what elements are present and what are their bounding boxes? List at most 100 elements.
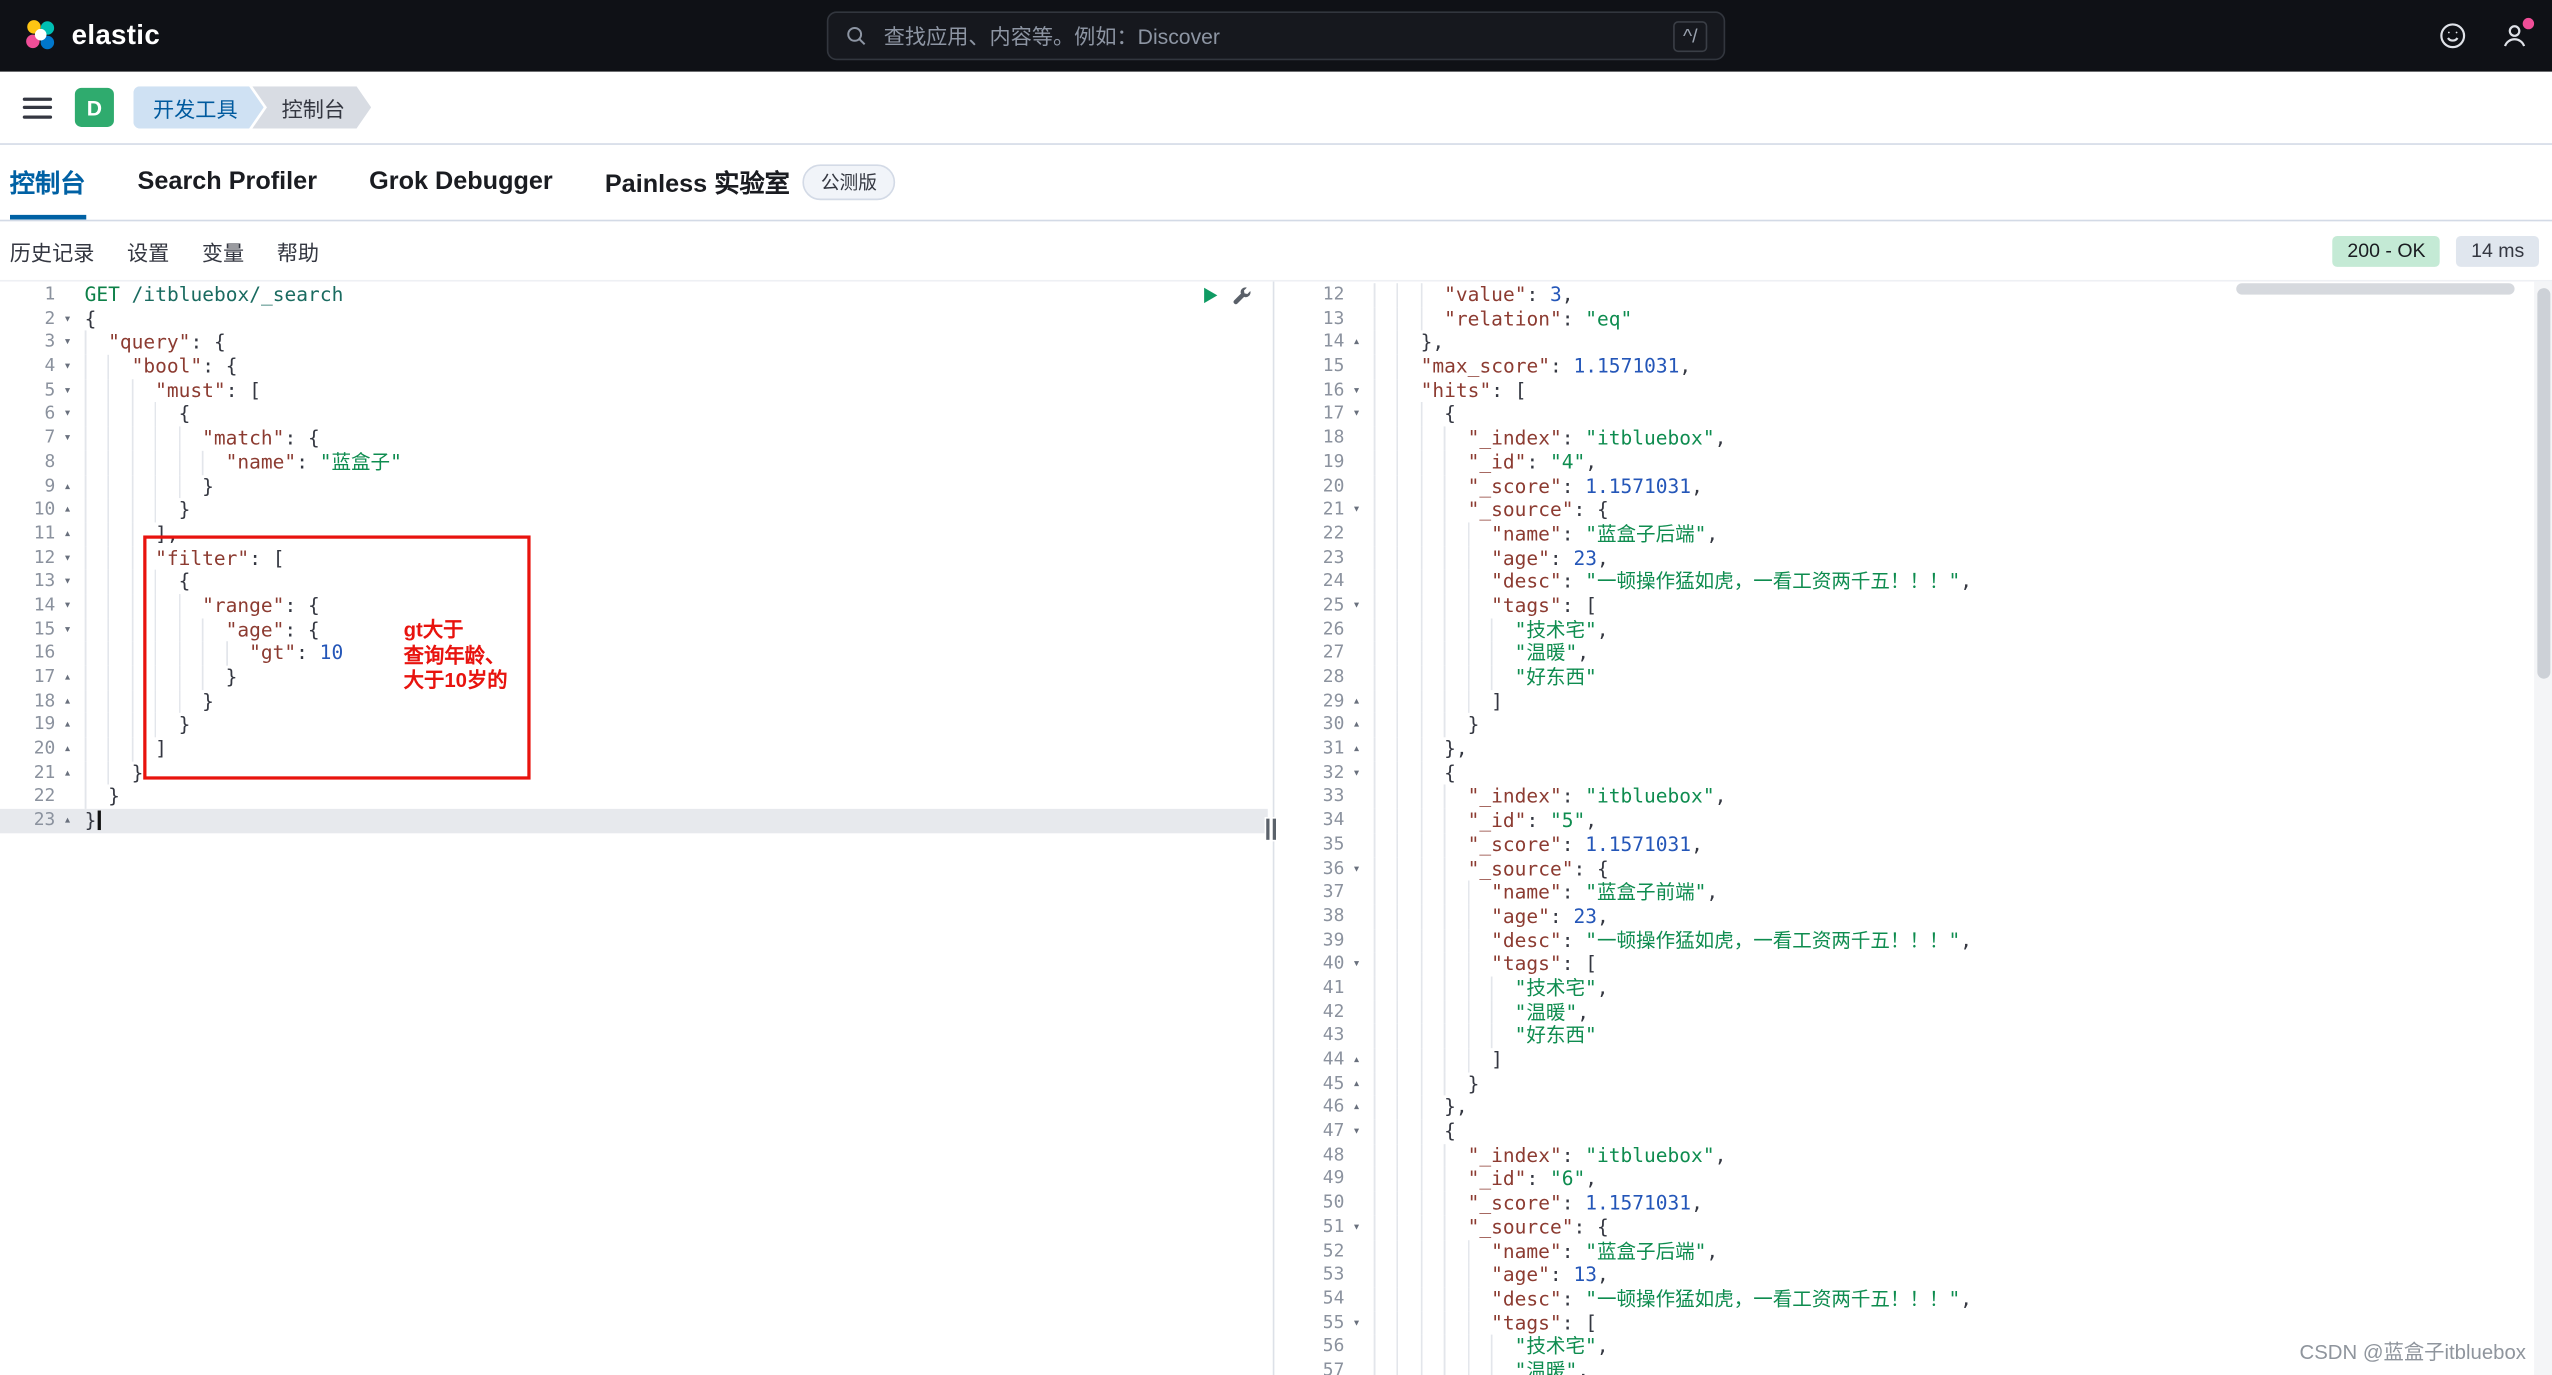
- fold-toggle-icon[interactable]: ▾: [1344, 953, 1368, 977]
- fold-toggle-icon[interactable]: ▾: [55, 618, 79, 642]
- line-number: 19: [33, 713, 56, 735]
- fold-toggle-icon[interactable]: ▾: [55, 355, 79, 379]
- fold-toggle-icon[interactable]: ▴: [1344, 1096, 1368, 1120]
- global-search[interactable]: ^/: [826, 11, 1726, 61]
- fold-toggle-icon[interactable]: ▾: [55, 379, 79, 403]
- fold-toggle-icon[interactable]: ▴: [55, 713, 79, 737]
- code-line: 39 "desc": "一顿操作猛如虎，一看工资两千五！！！",: [1279, 928, 2552, 953]
- code-text: "desc": "一顿操作猛如虎，一看工资两千五！！！",: [1369, 1287, 1972, 1312]
- code-line: 50 "_score": 1.1571031,: [1279, 1191, 2552, 1216]
- fold-toggle-icon[interactable]: ▾: [1344, 1120, 1368, 1144]
- line-number: 50: [1322, 1191, 1345, 1213]
- fold-toggle-icon[interactable]: ▴: [1344, 331, 1368, 355]
- fold-toggle-icon[interactable]: ▴: [55, 690, 79, 714]
- line-number: 28: [1322, 665, 1345, 687]
- tab-console[interactable]: 控制台: [10, 145, 86, 220]
- fold-toggle-icon[interactable]: ▴: [55, 474, 79, 498]
- elastic-home-link[interactable]: elastic: [23, 18, 160, 54]
- space-avatar[interactable]: D: [74, 87, 114, 127]
- fold-toggle-icon[interactable]: ▾: [1344, 594, 1368, 618]
- line-number: 42: [1322, 1000, 1345, 1022]
- fold-toggle-icon[interactable]: ▾: [1344, 403, 1368, 427]
- code-line: 52 "name": "蓝盒子后端",: [1279, 1239, 2552, 1264]
- breadcrumb-console[interactable]: 控制台: [252, 86, 371, 128]
- pane-splitter[interactable]: [1264, 281, 1279, 1375]
- line-number: 12: [1322, 283, 1345, 305]
- response-scrollbar-vertical[interactable]: [2534, 281, 2552, 1375]
- code-line: 20 "_score": 1.1571031,: [1279, 474, 2552, 499]
- response-scrollbar-thumb[interactable]: [2536, 288, 2550, 679]
- wrench-icon[interactable]: [1232, 285, 1253, 306]
- tab-search-profiler[interactable]: Search Profiler: [138, 145, 317, 220]
- menu-settings[interactable]: 设置: [127, 235, 169, 266]
- fold-toggle-icon[interactable]: ▴: [55, 737, 79, 761]
- line-number: 44: [1322, 1048, 1345, 1070]
- tab-grok-debugger[interactable]: Grok Debugger: [369, 145, 553, 220]
- fold-toggle-icon[interactable]: ▾: [1344, 1215, 1368, 1239]
- fold-toggle-icon[interactable]: ▴: [55, 666, 79, 690]
- fold-toggle-icon[interactable]: ▴: [55, 522, 79, 546]
- code-line: 6 ▾{: [0, 402, 1268, 427]
- menu-button[interactable]: [20, 90, 56, 124]
- line-number: 21: [1322, 498, 1345, 520]
- fold-toggle-icon[interactable]: ▴: [1344, 713, 1368, 737]
- menu-variables[interactable]: 变量: [202, 235, 244, 266]
- fold-toggle-icon[interactable]: ▾: [55, 427, 79, 451]
- fold-toggle-icon[interactable]: ▾: [55, 331, 79, 355]
- fold-toggle-icon[interactable]: ▴: [55, 498, 79, 522]
- code-text: "tags": [: [1369, 593, 1597, 618]
- text-cursor: [98, 810, 101, 831]
- fold-toggle-icon[interactable]: ▴: [55, 761, 79, 785]
- top-bar-icons: [2438, 17, 2535, 50]
- code-line: 44 ▴]: [1279, 1048, 2552, 1073]
- code-line: 18 ▴}: [0, 689, 1268, 714]
- code-line: 48 "_index": "itbluebox",: [1279, 1143, 2552, 1168]
- elastic-logo-icon: [23, 18, 59, 54]
- fold-toggle-icon[interactable]: ▾: [1344, 1311, 1368, 1335]
- fold-toggle-icon[interactable]: ▴: [1344, 1072, 1368, 1096]
- fold-toggle-icon[interactable]: ▴: [55, 809, 79, 833]
- menu-history[interactable]: 历史记录: [10, 235, 95, 266]
- fold-toggle-icon[interactable]: ▾: [55, 403, 79, 427]
- fold-toggle-icon[interactable]: ▾: [1344, 498, 1368, 522]
- fold-toggle-icon[interactable]: ▾: [55, 570, 79, 594]
- line-number: 5: [44, 378, 56, 400]
- fold-toggle-icon[interactable]: ▴: [1344, 690, 1368, 714]
- line-number: 54: [1322, 1287, 1345, 1309]
- response-scrollbar-horizontal[interactable]: [2236, 283, 2515, 295]
- code-text: "_index": "itbluebox",: [1369, 1143, 1726, 1168]
- request-editor[interactable]: 1 GET /itbluebox/_search 2 ▾{3 ▾ "query": {4 ▾…: [0, 282, 1268, 1375]
- fold-toggle-icon[interactable]: ▾: [55, 594, 79, 618]
- fold-toggle-icon[interactable]: ▴: [1344, 1048, 1368, 1072]
- user-menu-icon[interactable]: [2500, 17, 2535, 50]
- line-number: 27: [1322, 641, 1345, 663]
- tab-grok-debugger-label: Grok Debugger: [369, 167, 553, 196]
- search-input[interactable]: [880, 21, 1674, 50]
- breadcrumb-dev-tools[interactable]: 开发工具: [133, 86, 263, 128]
- fold-toggle-icon[interactable]: ▾: [1344, 379, 1368, 403]
- notification-dot: [2522, 17, 2535, 30]
- code-text: "name": "蓝盒子后端",: [1369, 1239, 1718, 1264]
- tab-painless-lab[interactable]: Painless 实验室 公测版: [605, 145, 895, 220]
- menu-help[interactable]: 帮助: [277, 235, 319, 266]
- send-request-button[interactable]: [1200, 285, 1221, 306]
- pane-resize-handle[interactable]: [1264, 817, 1278, 842]
- code-text: "age": 23,: [1369, 904, 1609, 929]
- fold-toggle-icon[interactable]: ▾: [1344, 857, 1368, 881]
- fold-toggle-icon[interactable]: ▾: [1344, 761, 1368, 785]
- fold-toggle-icon[interactable]: ▾: [55, 546, 79, 570]
- code-text: },: [1369, 737, 1468, 762]
- line-number: 21: [33, 761, 56, 783]
- fold-toggle-icon[interactable]: ▴: [1344, 737, 1368, 761]
- fold-toggle-icon[interactable]: ▾: [55, 307, 79, 331]
- feedback-icon[interactable]: [2438, 21, 2467, 50]
- code-text: "desc": "一顿操作猛如虎，一看工资两千五！！！",: [1369, 928, 1972, 953]
- response-viewer[interactable]: 12 "value": 3, 13 "relation": "eq" 14 ▴}, 15 "m…: [1279, 281, 2552, 1375]
- code-text: "_source": {: [1369, 498, 1609, 523]
